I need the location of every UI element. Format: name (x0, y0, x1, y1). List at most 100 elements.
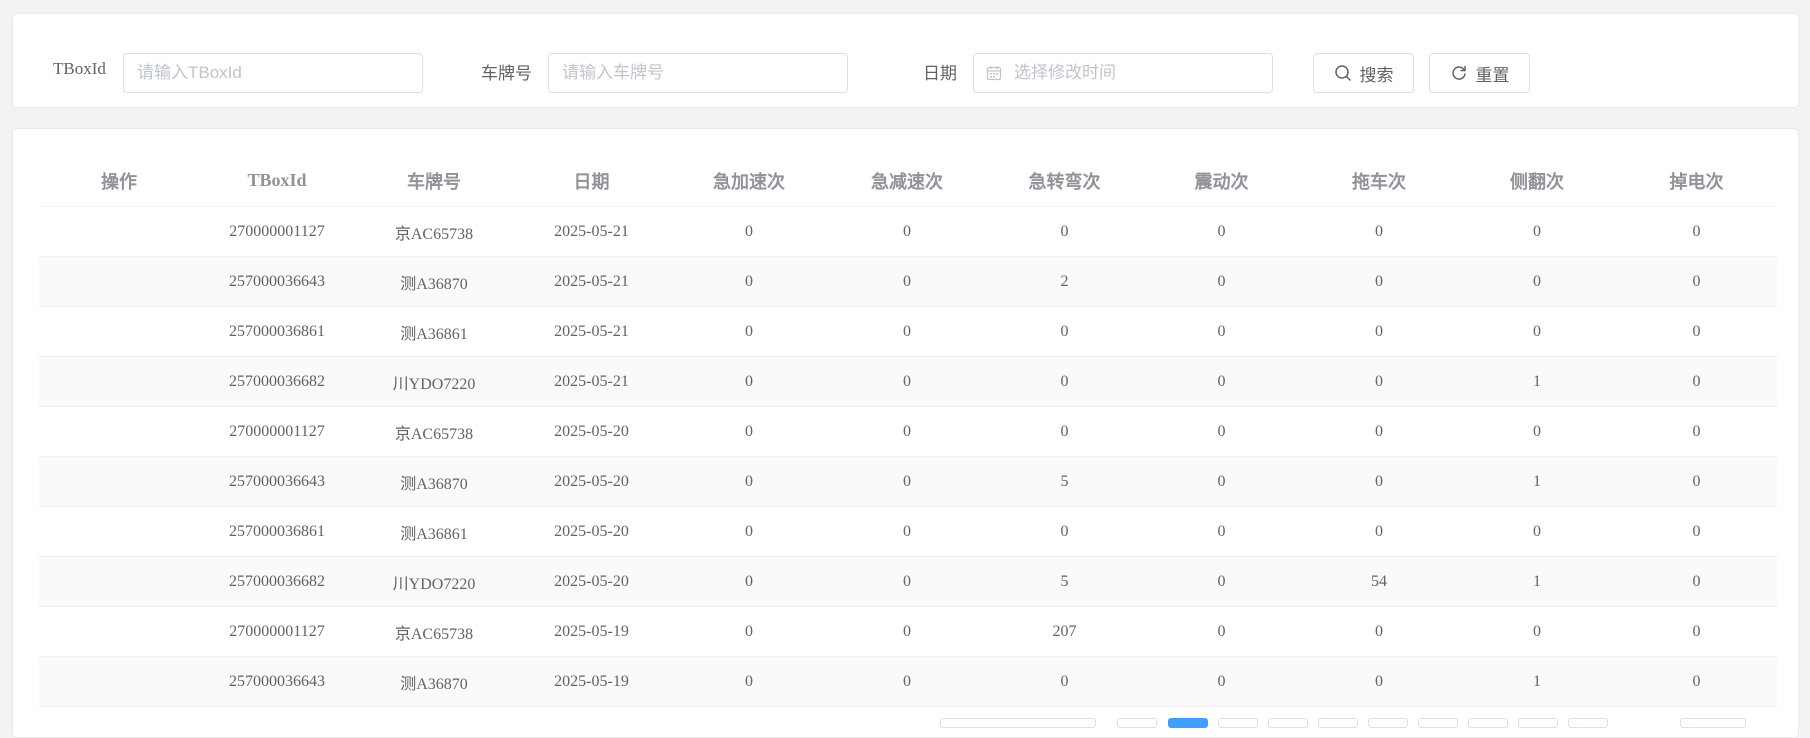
pager-page[interactable] (1268, 718, 1308, 728)
plate-cell: 测A36870 (355, 256, 513, 307)
power-loss-cell: 0 (1616, 456, 1777, 507)
vibration-cell: 0 (1143, 306, 1300, 357)
pager-current-page[interactable] (1168, 718, 1208, 728)
sharp-turn-cell: 0 (986, 506, 1143, 557)
column-header-action: 操作 (39, 155, 199, 207)
action-cell[interactable] (39, 306, 199, 357)
tboxid-input-field[interactable] (137, 63, 407, 83)
table-row: 270000001127 京AC65738 2025-05-20 0 0 0 0 0 0 0 (39, 406, 1777, 457)
towing-cell: 0 (1300, 206, 1458, 257)
tboxid-input[interactable] (123, 53, 423, 93)
hard-braking-cell: 0 (828, 556, 986, 607)
tboxid-cell: 257000036643 (199, 256, 355, 307)
vibration-cell: 0 (1143, 506, 1300, 557)
hard-acceleration-cell: 0 (670, 206, 828, 257)
search-button[interactable]: 搜索 (1313, 53, 1414, 93)
plate-label: 车牌号 (481, 64, 532, 83)
rollover-cell: 1 (1458, 556, 1616, 607)
rollover-cell: 0 (1458, 256, 1616, 307)
hard-acceleration-cell: 0 (670, 506, 828, 557)
column-header-plate: 车牌号 (355, 155, 513, 207)
table-row: 270000001127 京AC65738 2025-05-19 0 0 207 0 0 0 0 (39, 606, 1777, 657)
action-cell[interactable] (39, 406, 199, 457)
date-cell: 2025-05-20 (513, 506, 670, 557)
search-button-label: 搜索 (1359, 65, 1394, 85)
calendar-icon (986, 66, 1002, 81)
column-header-tboxid: TBoxId (199, 155, 355, 207)
date-cell: 2025-05-19 (513, 606, 670, 657)
column-header-towing: 拖车次 (1300, 155, 1458, 207)
column-header-power-loss: 掉电次 (1616, 155, 1777, 207)
date-label: 日期 (923, 64, 957, 83)
towing-cell: 0 (1300, 406, 1458, 457)
plate-cell: 川YDO7220 (355, 556, 513, 607)
pager-page[interactable] (1418, 718, 1458, 728)
hard-braking-cell: 0 (828, 256, 986, 307)
table-row: 257000036861 测A36861 2025-05-20 0 0 0 0 0 0 0 (39, 506, 1777, 557)
tboxid-cell: 257000036643 (199, 456, 355, 507)
tboxid-cell: 257000036682 (199, 356, 355, 407)
towing-cell: 54 (1300, 556, 1458, 607)
action-cell[interactable] (39, 606, 199, 657)
date-input-field[interactable] (1014, 63, 1234, 83)
plate-cell: 测A36870 (355, 456, 513, 507)
column-header-vibration: 震动次 (1143, 155, 1300, 207)
rollover-cell: 0 (1458, 406, 1616, 457)
pager-prev-button[interactable] (1117, 718, 1157, 728)
rollover-cell: 0 (1458, 606, 1616, 657)
action-cell[interactable] (39, 256, 199, 307)
action-cell[interactable] (39, 506, 199, 557)
reset-button[interactable]: 重置 (1429, 53, 1530, 93)
plate-cell: 京AC65738 (355, 206, 513, 257)
tboxid-cell: 257000036861 (199, 306, 355, 357)
sharp-turn-cell: 0 (986, 306, 1143, 357)
pager-page[interactable] (1318, 718, 1358, 728)
plate-cell: 京AC65738 (355, 406, 513, 457)
action-cell[interactable] (39, 206, 199, 257)
action-cell[interactable] (39, 356, 199, 407)
pager-page[interactable] (1368, 718, 1408, 728)
hard-acceleration-cell: 0 (670, 656, 828, 707)
pager-jump-input[interactable] (1680, 718, 1746, 728)
power-loss-cell: 0 (1616, 656, 1777, 707)
action-cell[interactable] (39, 456, 199, 507)
pager-next-button[interactable] (1568, 718, 1608, 728)
sharp-turn-cell: 0 (986, 406, 1143, 457)
table-row: 270000001127 京AC65738 2025-05-21 0 0 0 0 0 0 0 (39, 206, 1777, 257)
date-cell: 2025-05-21 (513, 206, 670, 257)
date-picker[interactable] (973, 53, 1273, 93)
towing-cell: 0 (1300, 356, 1458, 407)
power-loss-cell: 0 (1616, 256, 1777, 307)
pager-page[interactable] (1518, 718, 1558, 728)
hard-acceleration-cell: 0 (670, 256, 828, 307)
plate-input[interactable] (548, 53, 848, 93)
page-size-select[interactable] (940, 718, 1096, 728)
hard-braking-cell: 0 (828, 356, 986, 407)
tboxid-cell: 270000001127 (199, 206, 355, 257)
date-cell: 2025-05-21 (513, 256, 670, 307)
pager-page[interactable] (1218, 718, 1258, 728)
driving-events-table: 操作 TBoxId 车牌号 日期 急加速次 急减速次 急转弯次 震动次 拖车次 … (39, 155, 1777, 707)
vibration-cell: 0 (1143, 256, 1300, 307)
hard-acceleration-cell: 0 (670, 456, 828, 507)
pager-page[interactable] (1468, 718, 1508, 728)
hard-acceleration-cell: 0 (670, 556, 828, 607)
power-loss-cell: 0 (1616, 606, 1777, 657)
date-cell: 2025-05-21 (513, 306, 670, 357)
plate-input-field[interactable] (562, 63, 832, 83)
action-cell[interactable] (39, 656, 199, 707)
column-header-hard-acceleration: 急加速次 (670, 155, 828, 207)
sharp-turn-cell: 2 (986, 256, 1143, 307)
column-header-sharp-turn: 急转弯次 (986, 155, 1143, 207)
hard-braking-cell: 0 (828, 456, 986, 507)
sharp-turn-cell: 0 (986, 656, 1143, 707)
action-cell[interactable] (39, 556, 199, 607)
vibration-cell: 0 (1143, 356, 1300, 407)
table-row: 257000036682 川YDO7220 2025-05-20 0 0 5 0 54 1 0 (39, 556, 1777, 607)
date-cell: 2025-05-20 (513, 456, 670, 507)
rollover-cell: 1 (1458, 456, 1616, 507)
date-cell: 2025-05-21 (513, 356, 670, 407)
column-header-date: 日期 (513, 155, 670, 207)
date-cell: 2025-05-20 (513, 406, 670, 457)
tboxid-cell: 270000001127 (199, 606, 355, 657)
